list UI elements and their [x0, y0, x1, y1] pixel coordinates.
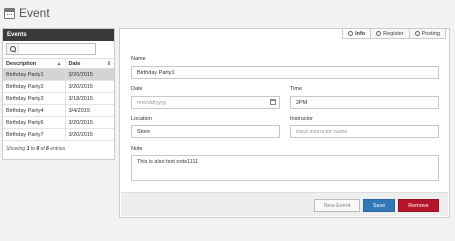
calendar-icon: [4, 7, 15, 19]
table-row[interactable]: Birthday Party4 3/4/2015: [3, 104, 114, 117]
table-header-row: Description ▲ Date ⇕: [3, 58, 114, 69]
search-row: [3, 41, 114, 58]
cell-date[interactable]: 3/18/2015: [64, 92, 114, 105]
search-input[interactable]: [19, 44, 89, 54]
search-icon[interactable]: [7, 44, 19, 54]
location-label: Location: [131, 116, 152, 122]
search-box[interactable]: [6, 43, 96, 55]
table-row[interactable]: Birthday Party2 3/20/2015: [3, 80, 114, 93]
events-table: Description ▲ Date ⇕ Birthday Party1 3/20/…: [3, 58, 114, 141]
time-field[interactable]: [290, 96, 439, 109]
cell-date[interactable]: 3/20/2015: [64, 116, 114, 129]
events-panel-title: Events: [3, 29, 114, 41]
posting-icon: [414, 31, 420, 36]
cell-description[interactable]: Birthday Party4: [3, 104, 65, 117]
note-field[interactable]: This is also test note1111: [131, 155, 439, 181]
save-button[interactable]: Save: [363, 199, 395, 212]
cell-date[interactable]: 3/20/2015: [64, 80, 114, 93]
location-field[interactable]: [131, 125, 280, 138]
cell-description[interactable]: Birthday Party2: [3, 80, 65, 93]
table-info: Showing 1 to 6 of 6 entries: [6, 146, 66, 152]
cell-description[interactable]: Birthday Party3: [3, 92, 65, 105]
table-row[interactable]: Birthday Party7 3/20/2015: [3, 128, 114, 141]
name-field[interactable]: [131, 66, 439, 79]
column-header-date[interactable]: Date ⇕: [64, 58, 114, 69]
tab-bar: Info Register Posting: [342, 29, 446, 39]
new-event-button[interactable]: New Event: [314, 199, 360, 212]
note-label: Note: [131, 146, 143, 152]
calendar-picker-icon[interactable]: [270, 99, 276, 105]
cell-date[interactable]: 3/20/2015: [64, 128, 114, 141]
cell-date[interactable]: 3/20/2015: [64, 68, 114, 81]
cell-description[interactable]: Birthday Party7: [3, 128, 65, 141]
sort-asc-icon[interactable]: ▲: [57, 61, 62, 67]
name-label: Name: [131, 56, 146, 62]
date-field[interactable]: [131, 96, 280, 109]
instructor-field[interactable]: [290, 125, 439, 138]
register-icon: [376, 31, 382, 36]
date-label: Date: [131, 86, 143, 92]
event-detail-panel: Info Register Posting Name Date Time Loc…: [119, 28, 450, 218]
info-icon: [348, 31, 354, 36]
form-footer: New Event Save Remove: [121, 192, 448, 216]
table-row[interactable]: Birthday Party6 3/20/2015: [3, 116, 114, 129]
tab-info[interactable]: Info: [342, 29, 372, 39]
instructor-label: Instructor: [290, 116, 313, 122]
cell-description[interactable]: Birthday Party6: [3, 116, 65, 129]
app-header: Event: [4, 4, 50, 22]
tab-posting[interactable]: Posting: [409, 29, 446, 39]
date-picker: [131, 96, 280, 109]
remove-button[interactable]: Remove: [398, 199, 439, 212]
table-row[interactable]: Birthday Party1 3/20/2015: [3, 68, 114, 81]
sort-icon[interactable]: ⇕: [107, 61, 111, 67]
column-header-description[interactable]: Description ▲: [3, 58, 65, 69]
events-panel: Events Description ▲ Date ⇕ Birthday Party…: [2, 28, 115, 160]
cell-date[interactable]: 3/4/2015: [64, 104, 114, 117]
time-label: Time: [290, 86, 303, 92]
tab-register[interactable]: Register: [371, 29, 410, 39]
cell-description[interactable]: Birthday Party1: [3, 68, 65, 81]
page-title: Event: [19, 6, 50, 20]
table-row[interactable]: Birthday Party3 3/18/2015: [3, 92, 114, 105]
